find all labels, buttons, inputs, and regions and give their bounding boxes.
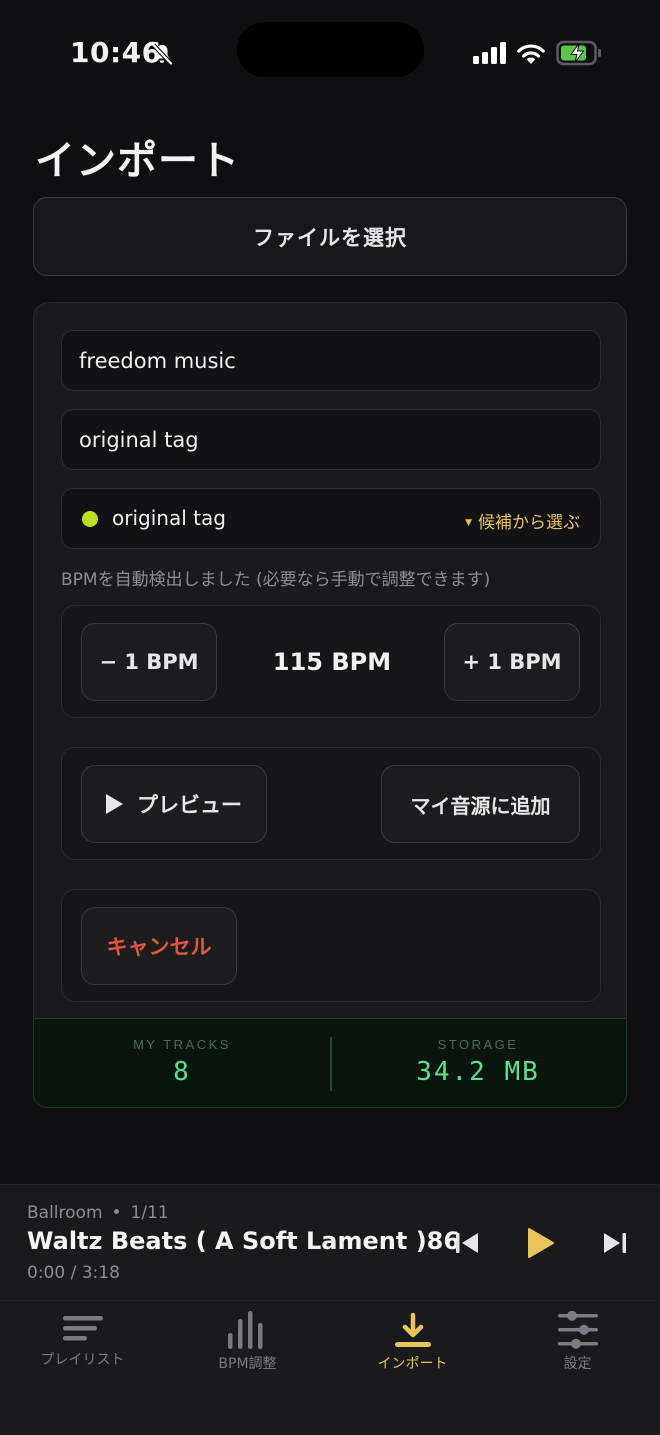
storage-stat: STORAGE 34.2 MB xyxy=(330,1019,626,1109)
import-screen: 10:46 インポート ファイルを選択 freedom music origin… xyxy=(0,0,660,1435)
sliders-icon xyxy=(557,1310,598,1349)
tab-playlist[interactable]: プレイリスト xyxy=(0,1309,165,1384)
page-title: インポート xyxy=(35,138,240,184)
my-tracks-value: 8 xyxy=(173,1057,191,1087)
library-stats: MY TRACKS 8 STORAGE 34.2 MB xyxy=(33,1018,627,1108)
cellular-signal-icon xyxy=(473,42,506,64)
play-icon xyxy=(106,794,123,814)
play-icon xyxy=(528,1228,554,1258)
preview-label: プレビュー xyxy=(137,793,242,817)
previous-track-button[interactable] xyxy=(450,1225,484,1261)
tab-settings-label: 設定 xyxy=(563,1356,592,1372)
list-icon xyxy=(62,1316,103,1341)
caret-down-icon: ▼ xyxy=(465,518,472,528)
status-time: 10:46 xyxy=(70,36,162,69)
dynamic-island xyxy=(237,22,424,77)
tab-import-label: インポート xyxy=(377,1356,448,1372)
my-tracks-stat: MY TRACKS 8 xyxy=(34,1019,330,1109)
cancel-panel: キャンセル xyxy=(61,889,601,1002)
choose-from-suggestions-link[interactable]: ▼ 候補から選ぶ xyxy=(465,508,580,533)
player-time: 0:00 / 3:18 xyxy=(27,1263,120,1283)
bpm-adjust-panel: − 1 BPM 115 BPM + 1 BPM xyxy=(61,605,601,718)
bpm-plus-button[interactable]: + 1 BPM xyxy=(444,623,580,701)
home-indicator xyxy=(229,1413,431,1419)
next-track-button[interactable] xyxy=(598,1225,632,1261)
cancel-button[interactable]: キャンセル xyxy=(81,907,237,985)
play-button[interactable] xyxy=(520,1225,560,1261)
tab-settings[interactable]: 設定 xyxy=(495,1309,660,1384)
my-tracks-label: MY TRACKS xyxy=(133,1037,231,1052)
skip-back-icon xyxy=(456,1233,478,1253)
actions-panel: プレビュー マイ音源に追加 xyxy=(61,747,601,860)
bpm-minus-button[interactable]: − 1 BPM xyxy=(81,623,217,701)
tag-input[interactable]: original tag xyxy=(61,409,601,470)
tab-playlist-label: プレイリスト xyxy=(40,1352,125,1368)
skip-forward-icon xyxy=(604,1233,626,1253)
meta-separator: • xyxy=(111,1203,122,1223)
storage-value: 34.2 MB xyxy=(416,1057,540,1087)
battery-charging-icon xyxy=(556,40,601,66)
player-meta: Ballroom • 1/11 xyxy=(27,1203,169,1223)
select-file-button[interactable]: ファイルを選択 xyxy=(33,197,627,276)
bpm-value: 115 BPM xyxy=(272,648,392,676)
player-playlist: Ballroom xyxy=(27,1203,103,1223)
mini-player[interactable]: Ballroom • 1/11 Waltz Beats ( A Soft Lamen… xyxy=(0,1184,660,1300)
title-input[interactable]: freedom music xyxy=(61,330,601,391)
download-icon xyxy=(394,1312,431,1347)
import-form-panel: freedom music original tag original tag … xyxy=(33,302,627,1018)
bars-icon xyxy=(227,1311,262,1349)
suggest-label: 候補から選ぶ xyxy=(478,513,580,533)
add-to-my-tracks-button[interactable]: マイ音源に追加 xyxy=(381,765,580,843)
bpm-detected-hint: BPMを自動検出しました (必要なら手動で調整できます) xyxy=(61,570,491,590)
preview-button[interactable]: プレビュー xyxy=(81,765,267,843)
tab-import[interactable]: インポート xyxy=(330,1309,495,1384)
tab-bpm-adjust[interactable]: BPM調整 xyxy=(165,1309,330,1384)
bell-slash-icon xyxy=(151,43,173,66)
storage-label: STORAGE xyxy=(437,1037,519,1052)
player-track-title: Waltz Beats ( A Soft Lament )86 xyxy=(27,1227,461,1255)
tag-status-dot xyxy=(82,511,98,527)
tag-selector[interactable]: original tag ▼ 候補から選ぶ xyxy=(61,488,601,549)
wifi-icon xyxy=(517,44,545,64)
player-position: 1/11 xyxy=(130,1203,169,1223)
tab-bpm-adjust-label: BPM調整 xyxy=(218,1356,277,1372)
selected-tag-label: original tag xyxy=(112,506,226,530)
